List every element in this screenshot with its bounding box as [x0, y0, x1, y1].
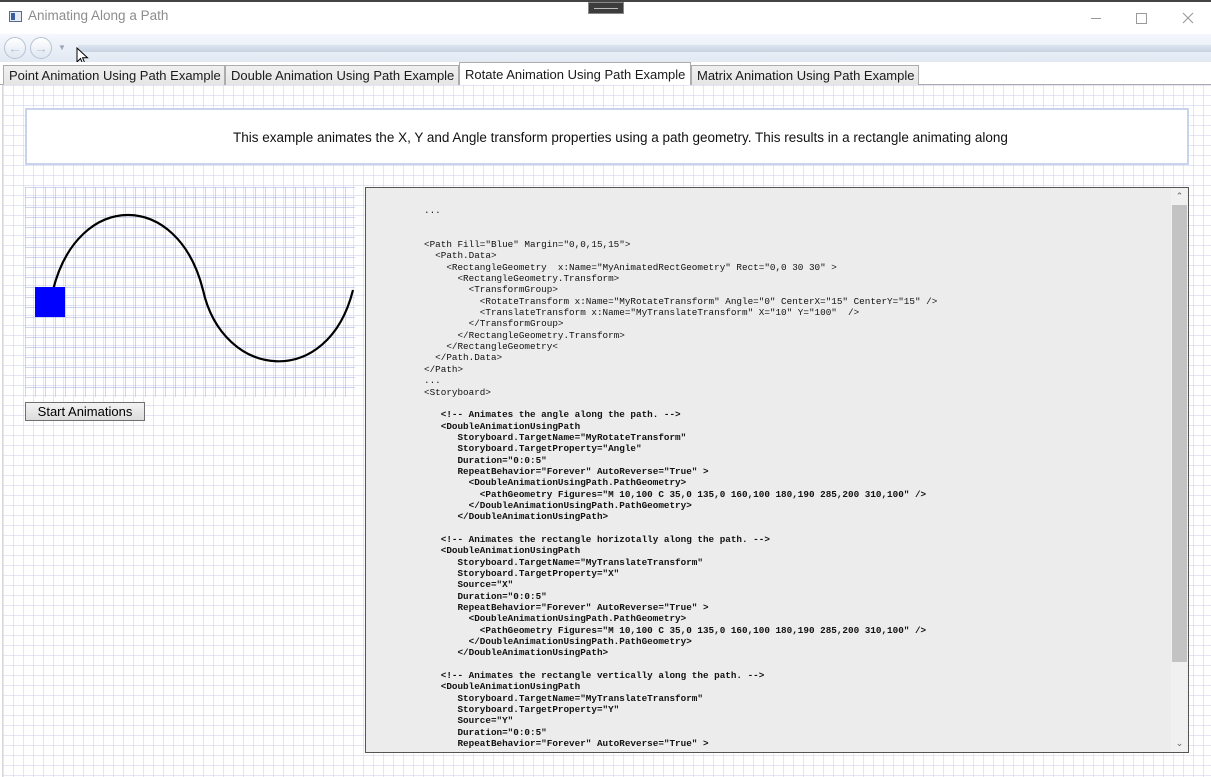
code-line: Storyboard.TargetName="MyTranslateTransf…	[457, 556, 703, 568]
code-sample-panel: ... <Path Fill="Blue" Margin="0,0,15,15"…	[365, 187, 1189, 753]
navigation-bar: ← → ▼	[0, 34, 1211, 62]
code-line: <Storyboard>	[424, 386, 491, 398]
animation-canvas	[25, 187, 355, 397]
taskbar-preview-handle[interactable]	[588, 2, 624, 14]
code-line: <Path.Data>	[435, 250, 497, 262]
code-line: </Path>	[424, 363, 464, 375]
app-window: Animating Along a Path ← → ▼ Point Anima…	[0, 0, 1211, 777]
code-line: Duration="0:0:5"	[457, 726, 547, 738]
code-line: <RotateTransform x:Name="MyRotateTransfo…	[479, 295, 938, 307]
vertical-scrollbar[interactable]: ⌃ ⌄	[1171, 188, 1188, 752]
animation-path-drawing	[35, 213, 355, 363]
code-line: <Path Fill="Blue" Margin="0,0,15,15">	[424, 239, 631, 251]
code-line: <PathGeometry Figures="M 10,100 C 35,0 1…	[479, 488, 927, 500]
app-icon	[9, 11, 22, 22]
tab-content: This example animates the X, Y and Angle…	[2, 85, 1211, 777]
animated-rectangle	[35, 287, 65, 317]
code-line: Storyboard.TargetProperty="X"	[457, 568, 620, 579]
close-button[interactable]	[1165, 2, 1211, 34]
code-line: <PathGeometry Figures="M 10,100 C 35,0 1…	[479, 624, 927, 636]
code-line: </DoubleAnimationUsingPath.PathGeometry>	[468, 499, 692, 511]
code-line: Duration="0:0:5"	[457, 454, 547, 466]
code-line: </DoubleAnimationUsingPath.PathGeometry>	[468, 636, 692, 648]
code-line: <!-- Animates the rectangle vertically a…	[440, 670, 765, 682]
code-line: RepeatBehavior="Forever" AutoReverse="Tr…	[457, 602, 709, 614]
code-line: Storyboard.TargetName="MyRotateTransform…	[457, 431, 687, 443]
description-panel: This example animates the X, Y and Angle…	[25, 108, 1189, 165]
arrow-right-icon: →	[34, 40, 48, 56]
code-line: RepeatBehavior="Forever" AutoReverse="Tr…	[457, 465, 709, 477]
tab-double-animation[interactable]: Double Animation Using Path Example	[225, 65, 459, 85]
back-button[interactable]: ←	[4, 37, 26, 59]
minimize-button[interactable]	[1073, 2, 1119, 34]
scroll-thumb[interactable]	[1172, 205, 1187, 662]
scroll-up-icon[interactable]: ⌃	[1171, 188, 1188, 205]
code-line: <TranslateTransform x:Name="MyTranslateT…	[479, 307, 860, 319]
code-line: Duration="0:0:5"	[457, 590, 547, 602]
code-line: RepeatBehavior="Forever" AutoReverse="Tr…	[424, 738, 709, 750]
code-line: </Path.Data>	[435, 352, 503, 364]
code-line: </DoubleAnimationUsingPath>	[457, 511, 609, 523]
code-line: <DoubleAnimationUsingPath.PathGeometry>	[468, 613, 687, 625]
scroll-down-icon[interactable]: ⌄	[1171, 735, 1188, 752]
close-icon	[1182, 12, 1194, 24]
code-line: <DoubleAnimationUsingPath	[440, 681, 581, 693]
code-line: </RectangleGeometry.Transform>	[457, 329, 625, 341]
arrow-left-icon: ←	[8, 40, 22, 56]
code-line: <DoubleAnimationUsingPath	[440, 420, 581, 432]
code-line: </TransformGroup>	[468, 318, 564, 330]
animation-path	[51, 213, 355, 363]
tab-point-animation[interactable]: Point Animation Using Path Example	[3, 65, 225, 85]
tab-matrix-animation[interactable]: Matrix Animation Using Path Example	[691, 65, 919, 85]
maximize-icon	[1135, 12, 1147, 24]
code-line: <TransformGroup>	[468, 284, 558, 296]
code-line: </DoubleAnimationUsingPath>	[457, 647, 609, 659]
code-line: Storyboard.TargetProperty="Y"	[457, 704, 620, 716]
history-dropdown-icon[interactable]: ▼	[58, 43, 66, 52]
description-text: This example animates the X, Y and Angle…	[233, 130, 1008, 145]
code-line: </RectangleGeometry<	[446, 341, 558, 353]
minimize-icon	[1091, 17, 1101, 19]
tab-rotate-animation[interactable]: Rotate Animation Using Path Example	[459, 62, 691, 85]
code-line: <!-- Animates the angle along the path. …	[440, 409, 681, 421]
forward-button[interactable]: →	[30, 37, 52, 59]
navigation-stripe	[78, 45, 1211, 52]
title-bar: Animating Along a Path	[0, 2, 1211, 34]
code-sample-text: ... <Path Fill="Blue" Margin="0,0,15,15"…	[424, 205, 937, 750]
code-line: ...	[424, 375, 441, 387]
code-line: <DoubleAnimationUsingPath.PathGeometry>	[468, 477, 687, 489]
maximize-button[interactable]	[1118, 2, 1164, 34]
code-line: <RectangleGeometry.Transform>	[457, 273, 620, 285]
code-line: ...	[424, 205, 441, 216]
tab-strip: Point Animation Using Path Example Doubl…	[0, 62, 1211, 85]
code-line: <RectangleGeometry x:Name="MyAnimatedRec…	[446, 261, 837, 273]
code-line: Source="X"	[457, 579, 514, 591]
code-line: Storyboard.TargetName="MyTranslateTransf…	[457, 692, 703, 704]
start-animations-button[interactable]: Start Animations	[25, 402, 145, 421]
code-line: <DoubleAnimationUsingPath	[440, 545, 581, 557]
code-line: <!-- Animates the rectangle horizotally …	[440, 533, 770, 545]
code-line: Source="Y"	[457, 715, 514, 727]
code-line: Storyboard.TargetProperty="Angle"	[457, 443, 642, 455]
window-title: Animating Along a Path	[28, 8, 169, 23]
